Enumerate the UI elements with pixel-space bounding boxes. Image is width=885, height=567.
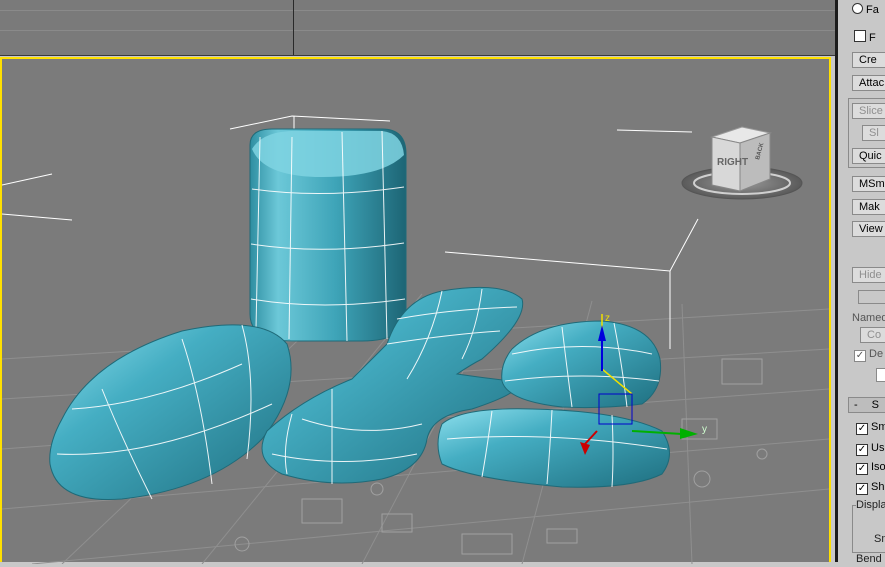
create-button[interactable]: Cre — [852, 52, 885, 68]
hide-selected-button[interactable]: Hide S — [852, 267, 885, 283]
gizmo-z-label: z — [605, 313, 610, 324]
gizmo-y-arrow[interactable] — [680, 428, 698, 439]
use-nurms-check[interactable]: ✓ Us — [856, 440, 885, 456]
checkbox-f-label: F — [869, 32, 876, 44]
mesh-pill-object[interactable] — [49, 324, 292, 501]
isoline-display-label: Iso — [871, 461, 885, 473]
rollout-toggle: - — [854, 399, 858, 411]
named-selections-label: Named — [852, 312, 885, 324]
make-planar-button[interactable]: Mak — [852, 199, 885, 215]
mesh-bottom-pad-object[interactable] — [437, 408, 670, 488]
display-group-label: Displa — [856, 497, 885, 513]
checkbox-icon: ✓ — [856, 423, 868, 435]
display-sm-label: Sm — [874, 533, 885, 545]
perspective-viewport[interactable]: y z RIGHT BACK — [0, 57, 831, 564]
isoline-display-check[interactable]: ✓ Iso — [856, 459, 885, 475]
checkbox-icon: ✓ — [856, 483, 868, 495]
subdivision-rollout-header[interactable]: -S — [848, 397, 885, 413]
bend-label: Bend — [856, 553, 882, 565]
view-align-button[interactable]: View — [852, 221, 885, 237]
show-cage-label: Sh — [871, 481, 885, 493]
small-field[interactable] — [858, 290, 885, 304]
checkbox-icon — [854, 30, 866, 42]
slice-sub-button[interactable]: Sl — [862, 125, 885, 141]
viewport-divider[interactable] — [293, 0, 294, 55]
viewcube[interactable]: RIGHT BACK — [681, 126, 803, 200]
smooth-result-label: Sm — [871, 421, 885, 433]
msmooth-button[interactable]: MSmo — [852, 176, 885, 192]
slice-button[interactable]: Slice — [852, 103, 885, 119]
checkbox-f[interactable]: F — [854, 30, 885, 46]
gizmo-y-label: y — [702, 424, 707, 435]
grid-line — [0, 10, 835, 11]
mesh-box-object[interactable] — [249, 128, 407, 342]
rollout-title: S — [871, 399, 880, 411]
use-nurms-label: Us — [871, 442, 885, 454]
radio-fa[interactable]: Fa — [852, 2, 885, 18]
show-cage-check[interactable]: ✓ Sh — [856, 479, 885, 495]
viewport-scene[interactable]: y z RIGHT BACK — [2, 59, 829, 564]
checkbox-icon: ✓ — [854, 350, 866, 362]
checkbox-icon: ✓ — [856, 463, 868, 475]
attach-button[interactable]: Attac — [852, 75, 885, 91]
copy-button[interactable]: Co — [860, 327, 885, 343]
mesh-right-pad-object[interactable] — [501, 320, 662, 409]
delete-check-label: De — [869, 348, 884, 360]
smooth-result-check[interactable]: ✓ Sm — [856, 419, 885, 435]
command-panel: Fa F Cre Attac Slice Sl Quic MSmo Mak Vi… — [835, 0, 885, 565]
top-viewports[interactable] — [0, 0, 835, 56]
grid-line — [0, 30, 835, 31]
small-check[interactable] — [876, 368, 885, 382]
viewcube-right-label: RIGHT — [717, 157, 748, 168]
delete-check[interactable]: ✓ De — [854, 346, 885, 362]
radio-icon — [852, 3, 863, 14]
checkbox-icon: ✓ — [856, 444, 868, 456]
radio-fa-label: Fa — [866, 4, 879, 16]
quickslice-button[interactable]: Quic — [852, 148, 885, 164]
